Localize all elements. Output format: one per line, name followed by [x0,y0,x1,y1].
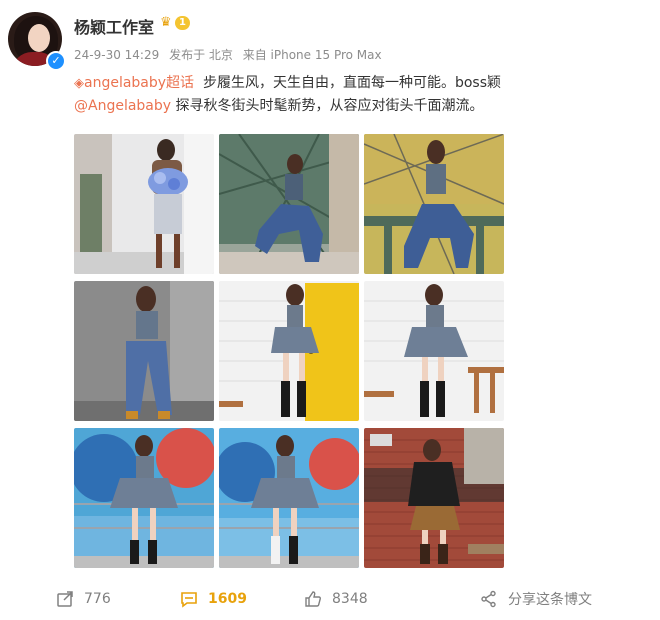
crown-icon: ♛ [160,15,172,30]
verified-icon: ✓ [46,51,66,71]
photo-5-image [219,281,359,421]
topic-link[interactable]: ◈angelababy超话 [74,75,194,91]
share-icon [481,590,496,608]
post-body: ◈angelababy超话 步履生风，天生自由，直面每一种可能。boss颖 @A… [74,72,644,118]
photo-4-image [74,281,214,421]
share-label: 分享这条博文 [508,592,592,608]
like-count: 8348 [332,591,368,607]
photo-5[interactable] [219,281,359,421]
topic-icon: ◈ [74,76,84,91]
photo-9-image [364,428,504,568]
like-button[interactable]: 8348 [304,584,368,614]
comment-button[interactable]: 1609 [180,584,247,614]
photo-7[interactable] [74,428,214,568]
photo-8[interactable] [219,428,359,568]
photo-1-image [74,134,214,274]
post-timestamp[interactable]: 24-9-30 14:29 [74,48,159,62]
post-source: 来自 iPhone 15 Pro Max [242,48,382,62]
repost-icon [57,591,73,607]
mention-link[interactable]: @Angelababy [74,98,171,114]
vip-badge[interactable]: ♛ 1 [160,14,190,32]
photo-7-image [74,428,214,568]
comment-count: 1609 [208,591,247,607]
post-text-line-1: 步履生风，天生自由，直面每一种可能。boss颖 [202,75,502,91]
repost-count: 776 [84,591,111,607]
share-button[interactable]: 分享这条博文 [480,584,592,614]
author-name[interactable]: 杨颖工作室 [74,14,154,38]
post-line-1: ◈angelababy超话 步履生风，天生自由，直面每一种可能。boss颖 [74,72,644,95]
photo-4[interactable] [74,281,214,421]
photo-2[interactable] [219,134,359,274]
photo-grid [74,134,508,568]
avatar-face [28,24,50,52]
weibo-post-card: ✓ 杨颖工作室 ♛ 1 24-9-30 14:29 发布于 北京 来自 iPho… [0,0,660,620]
photo-1[interactable] [74,134,214,274]
thumbs-up-icon [305,591,321,607]
photo-3-image [364,134,504,274]
photo-6-image [364,281,504,421]
post-meta: 24-9-30 14:29 发布于 北京 来自 iPhone 15 Pro Ma… [74,46,388,63]
photo-9[interactable] [364,428,504,568]
photo-8-image [219,428,359,568]
vip-level: 1 [175,16,190,30]
post-line-2: @Angelababy 探寻秋冬街头时髦新势，从容应对街头千面潮流。 [74,95,644,118]
post-location: 发布于 北京 [169,48,233,62]
action-bar: 776 1609 8348 分享这条博文 [0,584,660,614]
comment-icon [181,592,197,608]
repost-button[interactable]: 776 [56,584,111,614]
photo-3[interactable] [364,134,504,274]
photo-6[interactable] [364,281,504,421]
post-text-line-2: 探寻秋冬街头时髦新势，从容应对街头千面潮流。 [175,98,484,114]
photo-2-image [219,134,359,274]
